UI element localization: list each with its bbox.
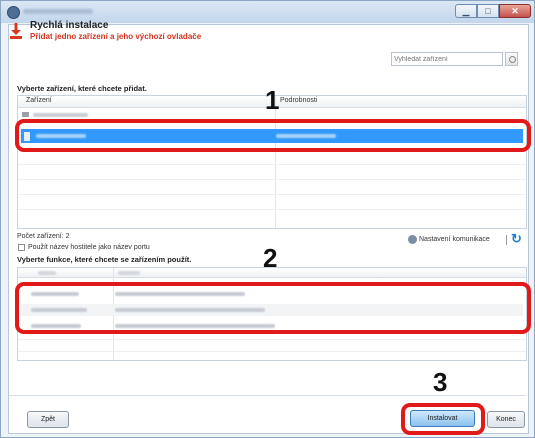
row-divider [18,179,526,180]
end-button[interactable]: Konec [487,411,525,428]
hostname-checkbox-label: Použít název hostitele jako název portu [28,244,150,251]
callout-number-1: 1 [265,85,280,115]
page-title: Rychlá instalace [30,20,109,31]
close-icon: ✕ [511,6,519,16]
callout-number-2: 2 [263,243,278,273]
page-subtitle: Přidat jedno zařízení a jeho výchozí ovl… [30,32,202,41]
separator [506,235,507,245]
column-header-device[interactable]: Zařízení [26,97,52,104]
function-section-label: Vyberte funkce, které chcete se zařízení… [17,255,192,264]
row-divider [18,339,526,340]
hostname-checkbox[interactable] [18,244,25,251]
device-search-field[interactable] [391,52,503,66]
printer-icon [22,112,29,117]
device-count: Počet zařízení: 2 [17,233,70,240]
device-section-label: Vyberte zařízení, které chcete přidat. [17,84,147,93]
footer-divider [9,395,526,396]
minimize-button[interactable]: ▁ [455,4,477,18]
row-divider [18,164,526,165]
device-search-input[interactable] [394,54,502,65]
installer-window: ▁ □ ✕ Rychlá instalace Přidat jedno zaří… [0,0,535,438]
minimize-icon: ▁ [462,6,470,16]
callout-box-1 [15,119,531,152]
maximize-icon: □ [485,6,491,16]
download-arrow-icon [10,23,22,39]
column-header-details[interactable]: Podrobnosti [280,97,317,104]
column-header-blurred [118,271,140,275]
callout-box-2 [15,282,531,334]
close-button[interactable]: ✕ [499,4,531,18]
maximize-button[interactable]: □ [477,4,499,18]
window-title-blurred [23,9,93,14]
back-button[interactable]: Zpět [27,411,69,428]
communication-settings-icon [408,235,417,244]
row-divider [18,194,526,195]
device-name-blurred [33,113,88,117]
row-divider [18,209,526,210]
communication-settings-link[interactable]: Nastavení komunikace [419,236,490,243]
callout-number-3: 3 [433,367,448,397]
app-icon [7,6,20,19]
refresh-icon[interactable]: ↻ [511,231,522,247]
column-header-blurred [38,271,56,275]
install-button[interactable]: Instalovat [410,410,475,427]
row-divider [18,351,526,352]
search-button[interactable] [505,52,518,66]
